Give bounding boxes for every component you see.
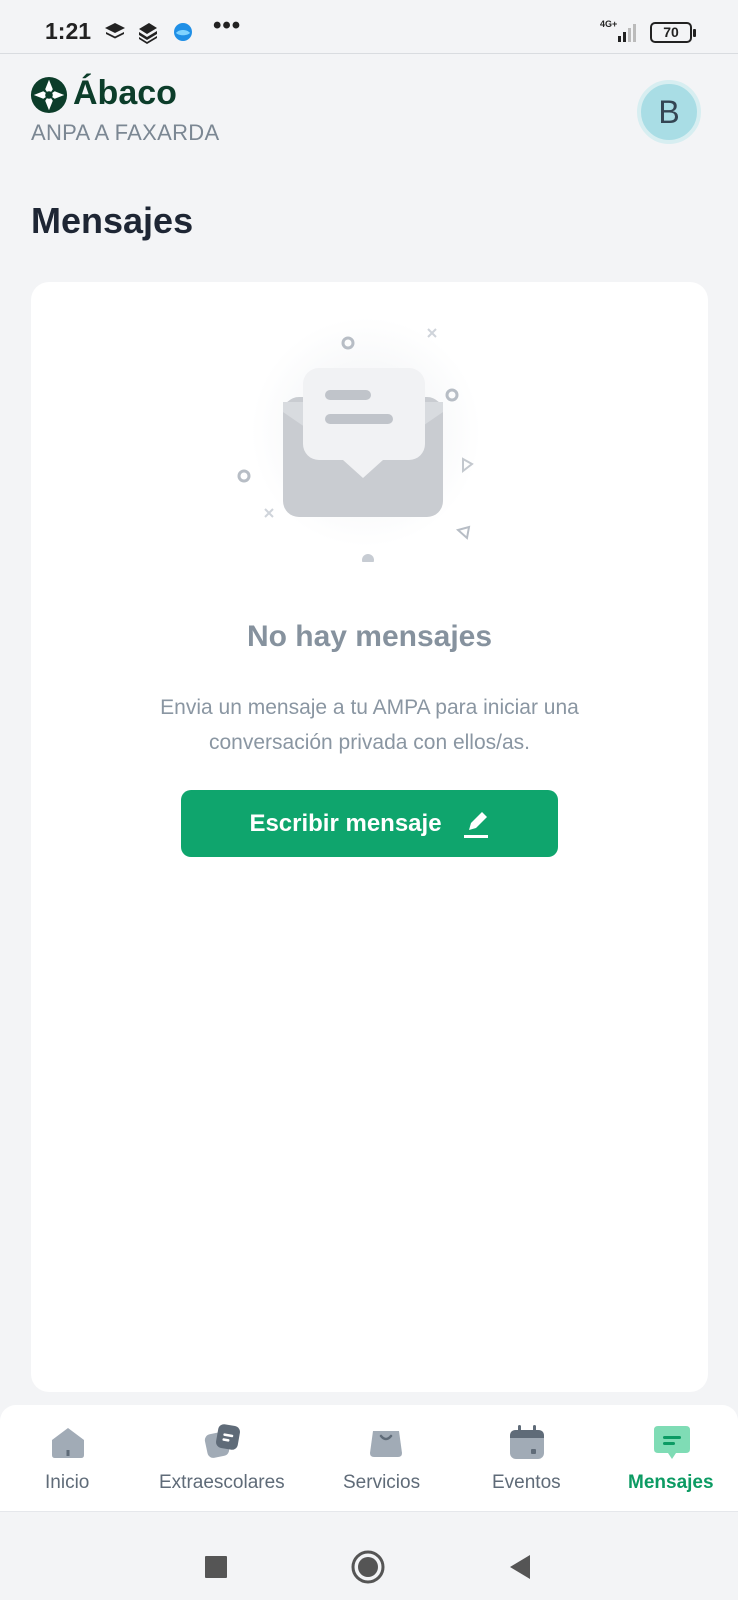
organization-name: ANPA A FAXARDA xyxy=(31,120,220,145)
battery-level: 70 xyxy=(663,24,679,40)
write-message-button[interactable]: Escribir mensaje xyxy=(181,790,558,857)
bottom-navigation: Inicio Extraescolares Servicios Eventos … xyxy=(0,1405,738,1512)
nav-extraescolares[interactable]: Extraescolares xyxy=(136,1405,314,1512)
empty-inbox-illustration xyxy=(237,317,481,562)
nav-label-eventos: Eventos xyxy=(492,1472,561,1493)
battery-icon: 70 xyxy=(650,22,696,43)
avatar[interactable]: B xyxy=(637,80,701,144)
back-icon[interactable] xyxy=(508,1554,532,1580)
nav-label-mensajes: Mensajes xyxy=(628,1472,714,1493)
calendar-icon xyxy=(510,1425,544,1459)
home-button-icon[interactable] xyxy=(351,1550,385,1584)
system-navigation-bar xyxy=(0,1513,738,1600)
nav-inicio[interactable]: Inicio xyxy=(0,1405,136,1512)
page-title: Mensajes xyxy=(31,200,194,241)
chat-icon xyxy=(654,1426,690,1459)
network-type: 4G+ xyxy=(600,19,618,29)
nav-label-extraescolares: Extraescolares xyxy=(159,1472,285,1493)
signal-icon xyxy=(618,24,636,42)
nav-eventos[interactable]: Eventos xyxy=(452,1405,600,1512)
more-notifications-icon: ••• xyxy=(213,12,242,39)
layers-icon xyxy=(105,23,125,39)
abaco-logo-icon xyxy=(30,76,68,114)
write-message-label: Escribir mensaje xyxy=(249,809,442,837)
screen: 1:21 ••• 4G+ 70 Ábaco ANPA A FAXARDA B M… xyxy=(0,0,738,1600)
shopping-bag-icon xyxy=(370,1431,402,1457)
stack-icon xyxy=(139,23,157,44)
nav-label-inicio: Inicio xyxy=(45,1472,90,1493)
browser-icon xyxy=(174,23,192,41)
status-time: 1:21 xyxy=(45,18,92,44)
empty-state-title: No hay mensajes xyxy=(246,620,493,653)
status-bar: 1:21 ••• 4G+ 70 xyxy=(0,0,738,54)
recent-apps-icon[interactable] xyxy=(204,1555,228,1579)
pencil-icon xyxy=(463,811,488,838)
home-icon xyxy=(52,1428,84,1458)
empty-state-description: Envia un mensaje a tu AMPA para iniciar … xyxy=(160,696,579,754)
avatar-initial: B xyxy=(658,94,680,130)
nav-servicios[interactable]: Servicios xyxy=(314,1405,452,1512)
extracurricular-icon xyxy=(204,1424,240,1458)
nav-label-servicios: Servicios xyxy=(343,1472,421,1493)
nav-mensajes[interactable]: Mensajes xyxy=(600,1405,738,1512)
brand-name: Ábaco xyxy=(73,74,177,112)
messages-card: No hay mensajes Envia un mensaje a tu AM… xyxy=(31,282,708,1392)
